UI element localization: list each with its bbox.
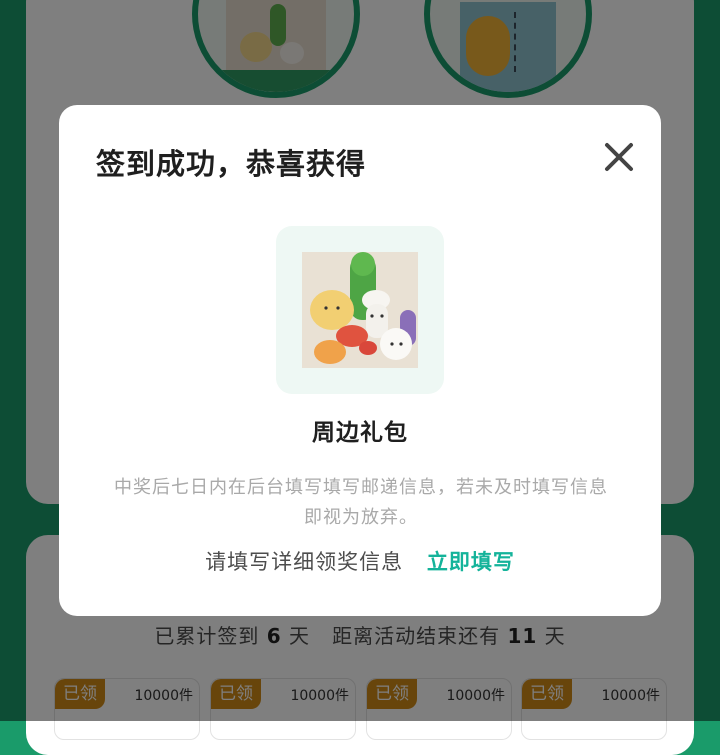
close-icon[interactable]	[599, 137, 639, 177]
fill-info-prompt: 请填写详细领奖信息	[205, 550, 404, 574]
sign-in-success-dialog: 签到成功，恭喜获得 周边礼包 中奖后七日内在后台填写填写邮递信息，若未及时填写信…	[59, 105, 661, 616]
prize-name: 周边礼包	[312, 420, 408, 446]
fill-now-link[interactable]: 立即填写	[427, 550, 515, 574]
fill-info-row: 请填写详细领奖信息 立即填写	[59, 546, 661, 576]
dialog-title: 签到成功，恭喜获得	[96, 147, 367, 181]
prize-photo	[302, 252, 418, 368]
prize-image-frame	[276, 226, 444, 394]
claim-notice: 中奖后七日内在后台填写填写邮递信息，若未及时填写信息即视为放弃。	[114, 477, 608, 528]
